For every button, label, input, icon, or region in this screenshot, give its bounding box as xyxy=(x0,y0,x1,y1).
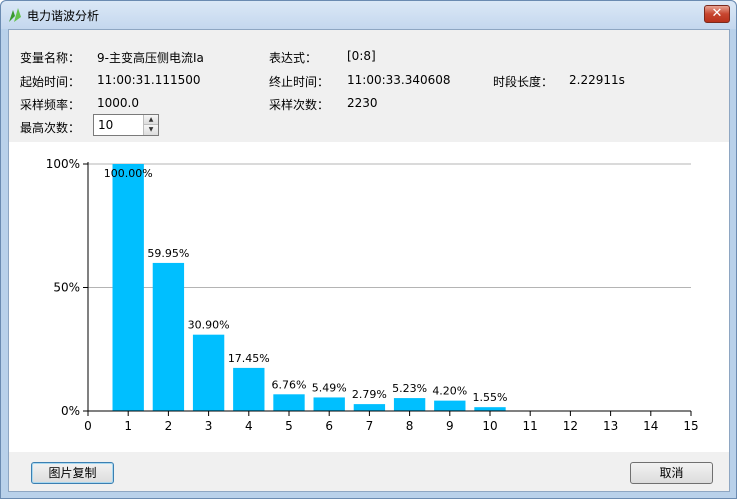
bar xyxy=(393,398,426,411)
x-tick-label: 13 xyxy=(603,419,618,433)
bar xyxy=(474,407,506,411)
app-leaf-icon xyxy=(9,8,21,22)
max-order-label: 最高次数： xyxy=(20,121,81,135)
x-tick-label: 10 xyxy=(482,419,497,433)
sample-count-value: 2230 xyxy=(347,96,378,110)
bar xyxy=(273,394,305,411)
bar-value-label: 2.79% xyxy=(352,388,387,401)
bar-value-label: 17.45% xyxy=(228,352,270,365)
max-order-spinbox[interactable]: 10 ▲ ▼ xyxy=(93,114,159,136)
bar xyxy=(353,404,386,411)
x-tick-label: 14 xyxy=(643,419,658,433)
x-tick-label: 11 xyxy=(523,419,538,433)
bar-value-label: 100.00% xyxy=(104,167,153,180)
end-time-value: 11:00:33.340608 xyxy=(347,73,451,87)
window-title: 电力谐波分析 xyxy=(27,9,100,23)
bar-value-label: 30.90% xyxy=(188,319,230,332)
bar xyxy=(313,397,345,411)
close-button[interactable]: ✕ xyxy=(704,5,730,23)
bar xyxy=(192,334,225,411)
spin-down-arrow-icon[interactable]: ▼ xyxy=(144,125,158,135)
x-tick-label: 9 xyxy=(446,419,454,433)
x-tick-label: 1 xyxy=(124,419,132,433)
x-tick-label: 8 xyxy=(406,419,414,433)
harmonic-analysis-window: 电力谐波分析 ✕ 变量名称： 9-主变高压侧电流Ia 表达式： [0:8] 起始… xyxy=(0,0,737,499)
bar xyxy=(434,400,466,411)
bar-value-label: 6.76% xyxy=(272,378,307,391)
y-tick-label: 50% xyxy=(53,281,80,295)
dialog-client: 变量名称： 9-主变高压侧电流Ia 表达式： [0:8] 起始时间： 11:00… xyxy=(8,29,730,492)
x-tick-label: 3 xyxy=(205,419,213,433)
title-bar[interactable]: 电力谐波分析 ✕ xyxy=(1,1,736,29)
y-tick-label: 0% xyxy=(61,404,80,418)
bar-value-label: 5.23% xyxy=(392,382,427,395)
sample-freq-label: 采样频率： xyxy=(20,98,81,112)
bar xyxy=(152,262,185,411)
bar-value-label: 5.49% xyxy=(312,381,347,394)
expression-label: 表达式： xyxy=(269,51,318,65)
variable-value: 9-主变高压侧电流Ia xyxy=(97,51,204,65)
end-time-label: 终止时间： xyxy=(269,75,330,89)
bar-value-label: 59.95% xyxy=(147,247,189,260)
y-tick-label: 100% xyxy=(46,157,80,171)
info-panel: 变量名称： 9-主变高压侧电流Ia 表达式： [0:8] 起始时间： 11:00… xyxy=(9,30,729,142)
x-tick-label: 4 xyxy=(245,419,253,433)
x-tick-label: 2 xyxy=(165,419,173,433)
x-tick-label: 0 xyxy=(84,419,92,433)
x-tick-label: 12 xyxy=(563,419,578,433)
copy-image-button[interactable]: 图片复制 xyxy=(31,462,114,484)
bar xyxy=(112,164,144,411)
harmonic-bar-chart: 0% 50% 100% 100.00% 59.95% 30.90% 17.45%6.76% 5… xyxy=(46,157,699,433)
spin-up-arrow-icon[interactable]: ▲ xyxy=(144,115,158,125)
start-time-value: 11:00:31.111500 xyxy=(97,73,201,87)
max-order-value[interactable]: 10 xyxy=(98,118,113,132)
button-bar: 图片复制 取消 xyxy=(9,452,729,492)
x-tick-label: 6 xyxy=(325,419,333,433)
duration-label: 时段长度： xyxy=(493,75,554,89)
bar-value-label: 1.55% xyxy=(473,391,508,404)
sample-count-label: 采样次数： xyxy=(269,98,330,112)
start-time-label: 起始时间： xyxy=(20,75,81,89)
x-tick-label: 5 xyxy=(285,419,293,433)
bar xyxy=(233,367,265,411)
spin-buttons: ▲ ▼ xyxy=(143,115,158,135)
x-tick-label: 7 xyxy=(366,419,374,433)
cancel-button[interactable]: 取消 xyxy=(630,462,713,484)
sample-freq-value: 1000.0 xyxy=(97,96,139,110)
variable-label: 变量名称： xyxy=(20,51,81,65)
duration-value: 2.22911s xyxy=(569,73,625,87)
expression-value: [0:8] xyxy=(347,49,376,63)
x-tick-label: 15 xyxy=(683,419,698,433)
bar-value-label: 4.20% xyxy=(432,385,467,398)
chart-panel: 0% 50% 100% 100.00% 59.95% 30.90% 17.45% 6.76% 5… xyxy=(9,142,729,452)
